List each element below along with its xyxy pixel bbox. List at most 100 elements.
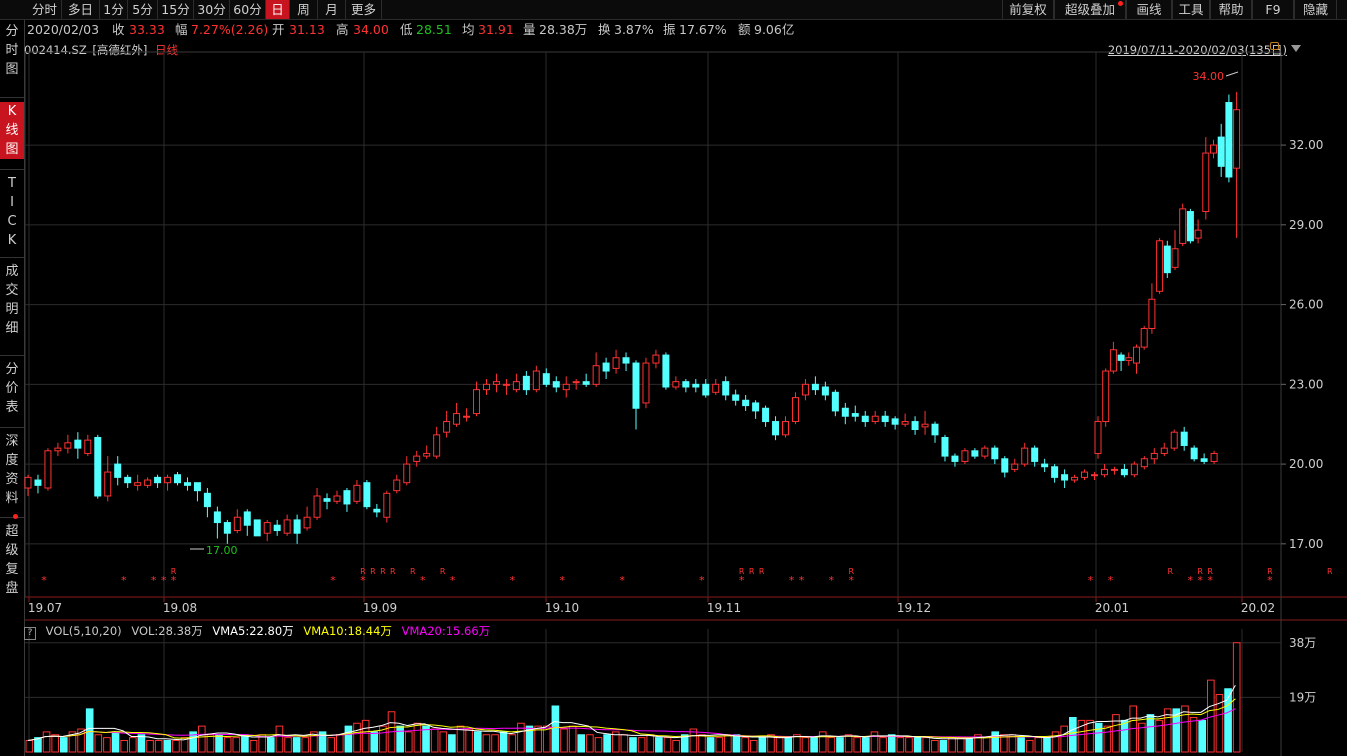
volume-bar [905,737,913,753]
candle-body [482,383,490,391]
volume-bar [1008,734,1017,753]
signal-star-icon: * [560,574,566,587]
candle-body [403,463,411,484]
volume-bar [111,731,120,753]
volume-bar [724,734,732,753]
signal-star-icon: * [151,574,157,587]
candle-body [253,519,261,537]
signal-star-icon: * [450,574,456,587]
volume-bar [335,734,344,753]
volume-bar [879,737,887,753]
volume-bar [1034,737,1043,753]
candle-body [313,495,321,518]
candle-body [931,423,939,436]
signal-r-marker: R [1327,567,1333,576]
candle-body [522,375,530,391]
candle-body [622,357,630,364]
candle-body [333,495,341,502]
price-panel-frame [24,51,1282,598]
volume-bar [94,734,103,753]
price-tick-label: 20.00 [1289,457,1323,471]
volume-bar [499,731,508,753]
candle-body [1001,458,1009,473]
volume-bar [870,731,879,753]
candle-body [243,511,251,526]
volume-bar [551,705,560,753]
low-marker-label: 17.00 [206,544,238,557]
volume-bar [103,737,111,753]
volume-bar [465,728,473,753]
volume-bar [577,734,586,753]
vma5-value: VMA5:22.80万 [212,624,294,638]
volume-bar [594,737,603,753]
candle-body [502,383,510,386]
volume-bar [827,737,836,753]
candle-body [24,476,32,489]
candle-body [213,511,221,524]
candle-body [94,436,102,497]
signal-star-icon: * [829,574,835,587]
candle-body [762,407,770,423]
candle-body [1194,229,1202,239]
candle-body [64,442,72,449]
candle-body [283,519,291,534]
volume-bar [568,725,577,753]
volume-bar [42,731,51,753]
signal-r-marker: R [410,567,416,576]
candle-body [1163,245,1171,274]
volume-bar [508,734,517,753]
volume-bar [473,731,482,753]
price-tick-label: 23.00 [1289,377,1323,391]
candle-body [203,492,211,508]
volume-bar [810,737,818,753]
candle-body [582,381,590,385]
signal-star-icon: * [330,574,336,587]
candle-body [263,522,271,534]
date-tick-label: 20.02 [1241,601,1275,615]
candle-body [1133,346,1140,364]
volume-bar [430,728,439,753]
date-tick-label: 19.12 [897,601,931,615]
volume-bar [85,708,94,753]
candle-body [821,386,829,396]
candle-body [961,450,969,462]
volume-bar [663,737,672,753]
volume-bar [853,737,862,753]
candle-body [1130,463,1138,476]
volume-bar [353,722,361,753]
candle-body [692,383,700,388]
high-marker-arrow [1225,71,1239,77]
candle-body [602,362,610,372]
volume-bar [741,737,749,753]
volume-bar [1232,642,1241,753]
signal-star-icon: * [799,574,805,587]
volume-bar [517,722,525,753]
volume-bar [370,731,379,753]
volume-bar [361,719,370,753]
candle-body [233,516,241,532]
signal-r-marker: R [749,567,755,576]
candle-body [1160,447,1168,454]
signal-star-icon: * [161,574,167,587]
candle-body [642,362,650,404]
signal-star-icon: * [789,574,795,587]
price-tick-label: 32.00 [1289,138,1323,152]
volume-bar [25,740,34,753]
candle-body [363,482,371,508]
help-icon[interactable]: ? [24,627,36,640]
signal-r-marker: R [759,567,765,576]
date-tick-label: 19.07 [28,601,62,615]
volume-bar [758,737,767,753]
candle-body [552,381,560,388]
signal-star-icon: * [420,574,426,587]
candle-body [542,373,550,385]
signal-r-marker: R [849,567,855,576]
candle-body [1071,476,1079,481]
candle-body [303,516,311,529]
volume-bar [836,737,844,753]
volume-bar [775,737,784,753]
volume-bar [1025,740,1034,753]
signal-r-marker: R [390,567,396,576]
volume-bar [646,734,655,753]
volume-bar [931,740,939,753]
